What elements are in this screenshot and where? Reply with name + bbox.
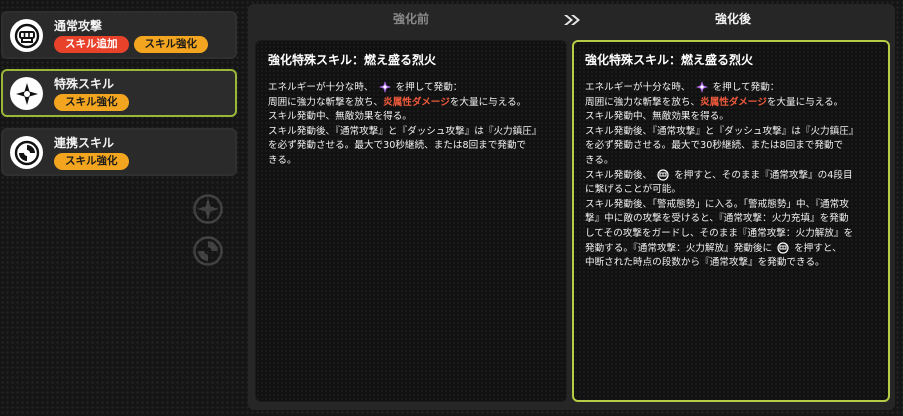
before-description-box: 強化特殊スキル：燃え盛る烈火 エネルギーが十分な時、 を押して発動： 周囲に強力な… — [255, 40, 567, 402]
tag-skill-enhanced: スキル強化 — [54, 153, 129, 170]
before-header: 強化前 — [392, 12, 429, 26]
attack-button-icon — [657, 168, 669, 181]
skill-name: 連携スキル — [54, 136, 115, 150]
tag-skill-enhanced: スキル強化 — [133, 36, 208, 53]
skill-card-chain-skill[interactable]: 連携スキル スキル強化 — [1, 128, 237, 176]
after-description-box: 強化特殊スキル：燃え盛る烈火 エネルギーが十分な時、 を押して発動： 周囲に強力な… — [572, 40, 890, 402]
skill-description: エネルギーが十分な時、 を押して発動： 周囲に強力な斬撃を放ち、炎属性ダメージを大… — [585, 81, 859, 269]
star-burst-icon — [193, 194, 223, 224]
special-button-icon — [378, 81, 391, 93]
skill-card-special-skill[interactable]: 特殊スキル スキル強化 — [1, 69, 237, 117]
attack-button-icon — [777, 241, 789, 254]
special-button-icon — [695, 81, 708, 93]
fire-damage-text: 炎属性ダメージ — [700, 96, 767, 108]
star-burst-icon — [10, 77, 43, 110]
skill-name: 通常攻撃 — [54, 19, 103, 33]
skill-title: 強化特殊スキル：燃え盛る烈火 — [268, 53, 437, 67]
after-header: 強化後 — [714, 12, 751, 26]
swirl-icon — [193, 236, 223, 266]
fist-icon — [10, 19, 43, 52]
fire-damage-text: 炎属性ダメージ — [383, 96, 450, 108]
skill-name: 特殊スキル — [54, 77, 115, 91]
skill-title: 強化特殊スキル：燃え盛る烈火 — [585, 53, 754, 67]
skill-description: エネルギーが十分な時、 を押して発動： 周囲に強力な斬撃を放ち、炎属性ダメージを大… — [268, 81, 542, 166]
tag-skill-added: スキル追加 — [54, 36, 129, 53]
swirl-icon — [10, 136, 43, 169]
tag-skill-enhanced: スキル強化 — [54, 94, 129, 111]
skill-card-basic-attack[interactable]: 通常攻撃 スキル追加 スキル強化 — [1, 11, 237, 59]
